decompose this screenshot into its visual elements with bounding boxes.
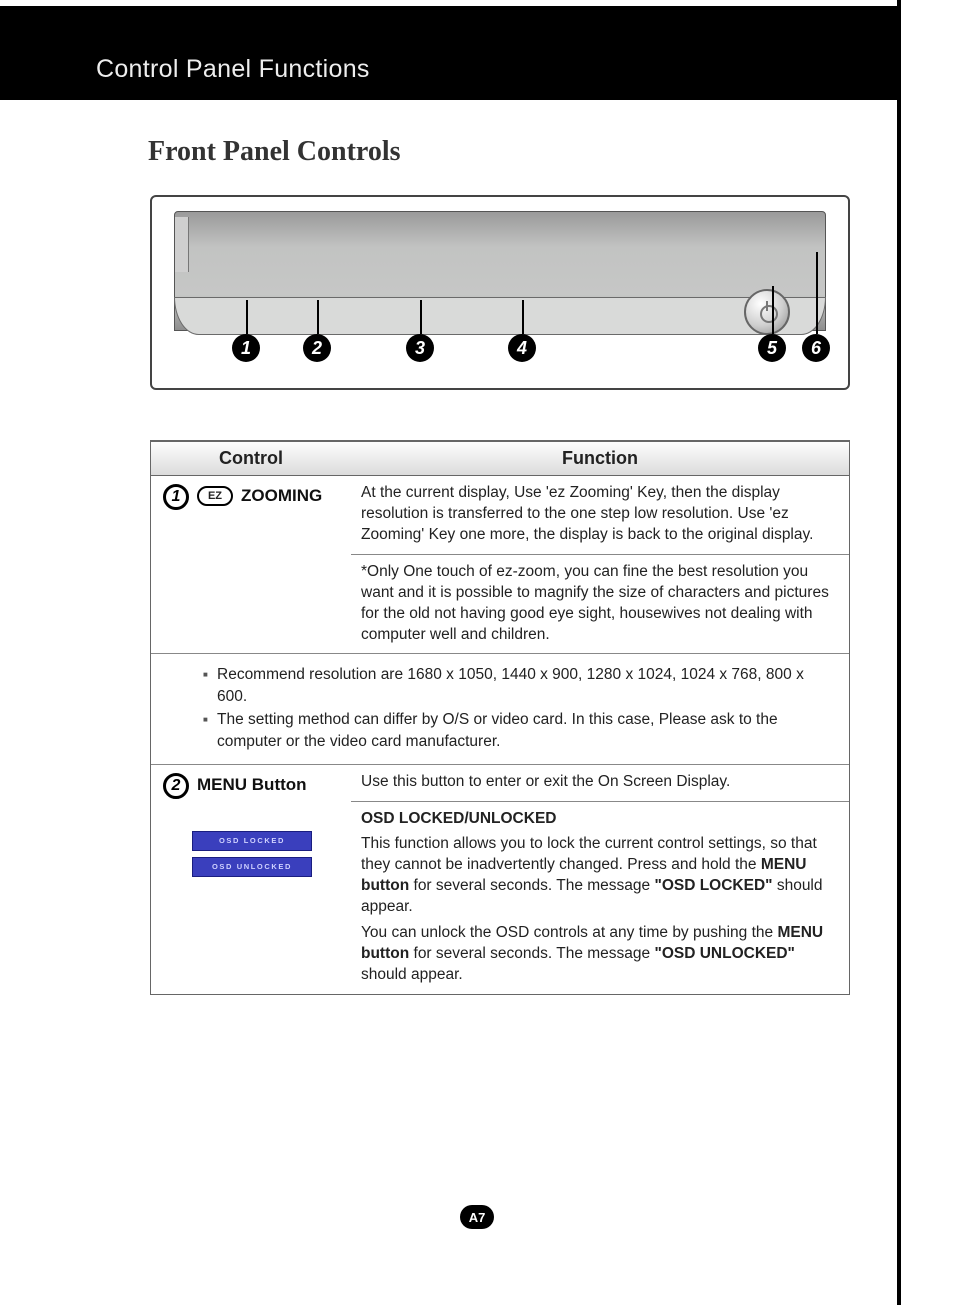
crop-mark-right [897, 0, 901, 1305]
osd-unlocked-pill: OSD UNLOCKED [192, 857, 312, 877]
callout-lead-5 [772, 286, 774, 334]
control-name-zooming: ZOOMING [241, 486, 322, 506]
controls-table: Control Function 1 EZ ZOOMING At the cur… [150, 440, 850, 995]
header-function: Function [351, 448, 849, 469]
callout-badge-1: 1 [232, 334, 260, 362]
control-cell-zooming: 1 EZ ZOOMING [151, 476, 351, 653]
callout-lead-2 [317, 300, 319, 334]
menu-description-a: Use this button to enter or exit the On … [351, 765, 849, 801]
note-resolutions: Recommend resolution are 1680 x 1050, 14… [217, 664, 829, 707]
callout-badge-6: 6 [802, 334, 830, 362]
note-os-videocard: The setting method can differ by O/S or … [217, 709, 829, 752]
power-button-icon [744, 289, 790, 335]
row-badge-1: 1 [163, 484, 189, 510]
table-header: Control Function [151, 442, 849, 476]
zooming-description-a: At the current display, Use 'ez Zooming'… [351, 476, 849, 554]
function-cell-menu: Use this button to enter or exit the On … [351, 765, 849, 994]
section-header: Control Panel Functions [0, 6, 898, 100]
function-cell-zooming: At the current display, Use 'ez Zooming'… [351, 476, 849, 653]
callout-lead-3 [420, 300, 422, 334]
callout-group: 1 2 3 4 5 6 [152, 330, 848, 378]
callout-lead-6 [816, 252, 818, 334]
callout-lead-4 [522, 300, 524, 334]
monitor-slot [175, 217, 189, 272]
control-name-menu: MENU Button [197, 775, 307, 795]
front-panel-illustration: EZZOOMING MENU (-) f- ENGINE (+) SOURCE … [150, 195, 850, 390]
callout-badge-3: 3 [406, 334, 434, 362]
page-number-badge: A7 [460, 1205, 494, 1229]
table-notes: Recommend resolution are 1680 x 1050, 14… [151, 654, 849, 765]
table-row: 1 EZ ZOOMING At the current display, Use… [151, 476, 849, 654]
table-row: 2 MENU Button OSD LOCKED OSD UNLOCKED Us… [151, 765, 849, 994]
callout-badge-5: 5 [758, 334, 786, 362]
control-cell-menu: 2 MENU Button OSD LOCKED OSD UNLOCKED [151, 765, 351, 994]
ez-icon: EZ [197, 486, 233, 506]
menu-description-locked: OSD LOCKED/UNLOCKED This function allows… [351, 801, 849, 994]
callout-lead-1 [246, 300, 248, 334]
osd-status-illustration: OSD LOCKED OSD UNLOCKED [163, 807, 341, 883]
header-control: Control [151, 448, 351, 469]
callout-badge-2: 2 [303, 334, 331, 362]
osd-section-title: OSD LOCKED/UNLOCKED [361, 809, 837, 830]
zooming-description-b: *Only One touch of ez-zoom, you can fine… [351, 554, 849, 654]
page-subtitle: Front Panel Controls [148, 136, 401, 168]
row-badge-2: 2 [163, 773, 189, 799]
callout-badge-4: 4 [508, 334, 536, 362]
osd-locked-pill: OSD LOCKED [192, 831, 312, 851]
section-title: Control Panel Functions [96, 55, 370, 84]
